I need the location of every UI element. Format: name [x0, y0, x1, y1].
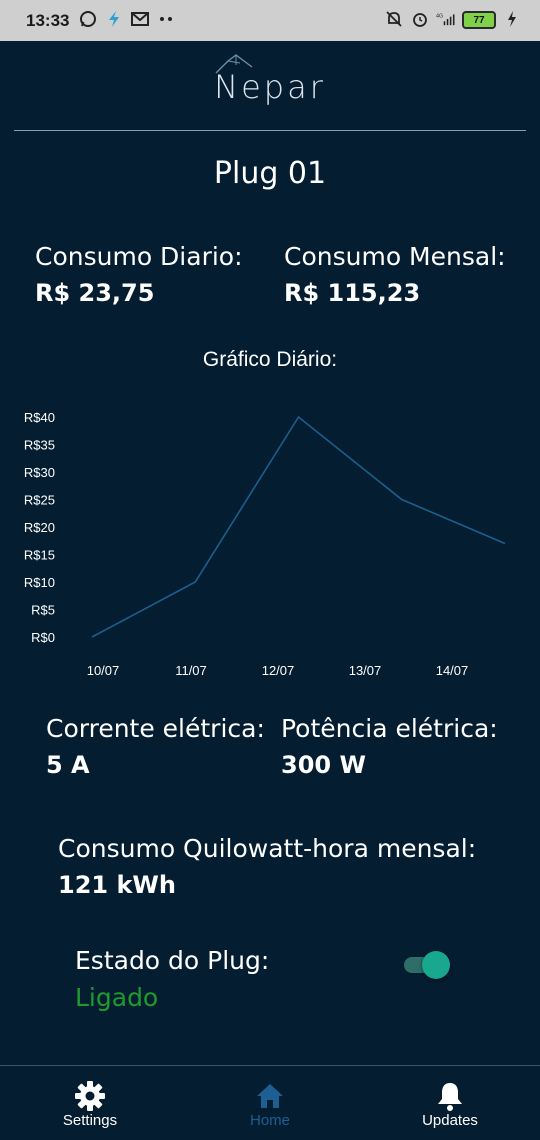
- y-tick-label: R$15: [24, 548, 55, 563]
- consumo-mensal-value: R$ 115,23: [284, 279, 421, 307]
- page-title: Plug 01: [213, 156, 327, 191]
- gear-icon: [75, 1081, 105, 1111]
- charging-icon: [502, 9, 522, 29]
- x-tick-label: 11/07: [175, 663, 207, 678]
- system-icons: 4G 77: [384, 9, 522, 29]
- nav-updates-label: Updates: [422, 1112, 478, 1129]
- y-tick-label: R$30: [24, 465, 55, 480]
- plug-power-toggle[interactable]: [404, 951, 450, 979]
- bottom-nav: Settings Home Updates: [0, 1066, 540, 1140]
- plug-state-label: Estado do Plug:: [75, 946, 270, 975]
- y-tick-label: R$5: [31, 603, 55, 618]
- bell-icon: [438, 1083, 462, 1111]
- y-tick-label: R$40: [24, 410, 55, 425]
- svg-text:4G: 4G: [436, 13, 443, 19]
- more-dots-icon: [156, 9, 176, 29]
- whatsapp-icon: [78, 9, 98, 29]
- notification-icons: [78, 9, 176, 29]
- toggle-thumb: [422, 951, 450, 979]
- consumo-mensal-label: Consumo Mensal:: [284, 242, 506, 271]
- consumo-diario-value: R$ 23,75: [35, 279, 155, 307]
- corrente-value: 5 A: [46, 751, 90, 779]
- plug-state-status: Ligado: [75, 983, 159, 1012]
- battery-indicator: 77: [462, 11, 496, 29]
- nav-settings[interactable]: Settings: [0, 1066, 180, 1140]
- kwh-label: Consumo Quilowatt-hora mensal:: [58, 834, 477, 863]
- nav-updates[interactable]: Updates: [360, 1066, 540, 1140]
- consumo-diario-label: Consumo Diario:: [35, 242, 243, 271]
- lightning-app-icon: [104, 9, 124, 29]
- corrente-block: Corrente elétrica: 5 A: [46, 714, 265, 779]
- app-logo: Nepar: [214, 68, 326, 106]
- home-icon: [257, 1084, 283, 1108]
- kwh-block: Consumo Quilowatt-hora mensal: 121 kWh: [58, 834, 476, 899]
- y-tick-label: R$20: [24, 520, 55, 535]
- corrente-label: Corrente elétrica:: [46, 714, 265, 743]
- x-tick-label: 10/07: [87, 663, 120, 678]
- status-bar: 13:33 4G 77: [0, 0, 540, 41]
- consumo-mensal: Consumo Mensal: R$ 115,23: [284, 242, 506, 307]
- bell-off-icon: [384, 9, 404, 29]
- plug-state-block: Estado do Plug: Ligado: [75, 946, 269, 1012]
- x-tick-label: 14/07: [436, 663, 469, 678]
- status-time: 13:33: [26, 11, 70, 30]
- nav-home-label: Home: [249, 1112, 290, 1129]
- potencia-value: 300 W: [281, 751, 366, 779]
- signal-icon: 4G: [436, 9, 456, 29]
- x-tick-label: 13/07: [349, 663, 382, 678]
- gmail-icon: [130, 9, 150, 29]
- y-tick-label: R$10: [24, 575, 55, 590]
- potencia-block: Potência elétrica: 300 W: [281, 714, 498, 779]
- potencia-label: Potência elétrica:: [281, 714, 498, 743]
- consumo-diario: Consumo Diario: R$ 23,75: [35, 242, 243, 307]
- nav-settings-label: Settings: [62, 1112, 118, 1129]
- daily-chart: R$0 R$5 R$10 R$15 R$20 R$25 R$30 R$35 R$40 10/07 1…: [24, 410, 506, 678]
- y-tick-label: R$25: [24, 493, 55, 508]
- alarm-icon: [410, 9, 430, 29]
- y-tick-label: R$35: [24, 438, 55, 453]
- nav-home[interactable]: Home: [180, 1066, 360, 1140]
- y-tick-label: R$0: [31, 630, 55, 645]
- app-header: Nepar: [0, 41, 540, 131]
- x-tick-label: 12/07: [262, 663, 295, 678]
- series-line: [91, 415, 506, 638]
- chart-title: Gráfico Diário:: [202, 348, 338, 371]
- header-divider: [14, 130, 526, 131]
- kwh-value: 121 kWh: [58, 871, 176, 899]
